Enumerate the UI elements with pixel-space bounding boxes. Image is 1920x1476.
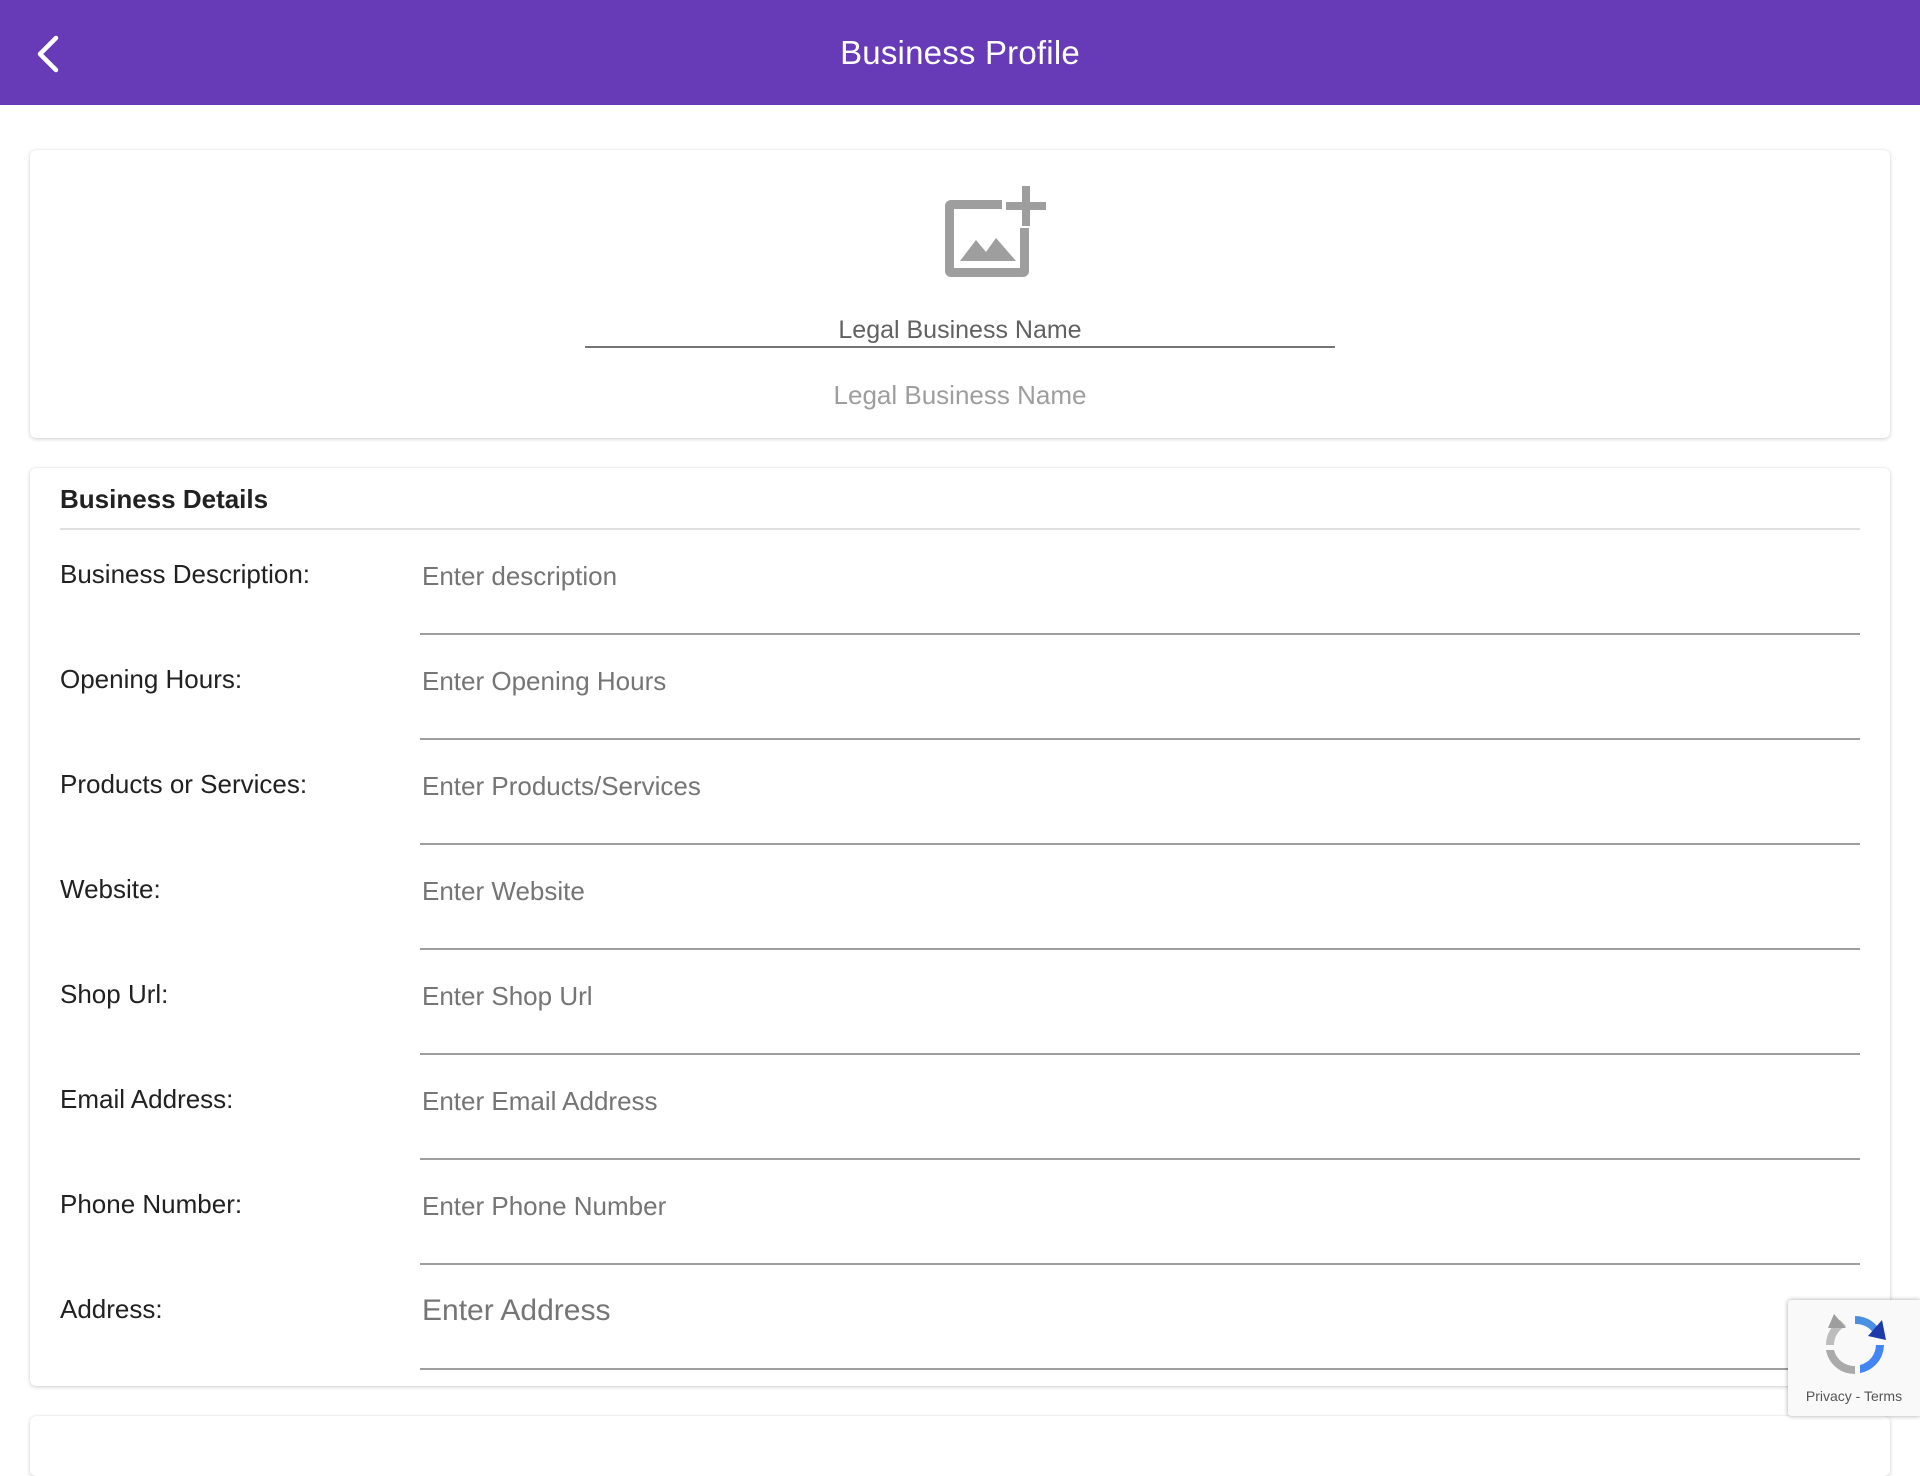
app-bar: Business Profile bbox=[0, 0, 1920, 105]
website-row: Website: bbox=[60, 846, 1860, 951]
business-description-row: Business Description: bbox=[60, 531, 1860, 636]
business-description-label: Business Description: bbox=[60, 559, 310, 589]
add-image-button[interactable] bbox=[930, 166, 1050, 282]
section-title: Business Details bbox=[60, 484, 269, 514]
website-input[interactable] bbox=[420, 846, 1860, 950]
opening-hours-input[interactable] bbox=[420, 636, 1860, 740]
address-row: Address: bbox=[60, 1266, 1860, 1371]
products-services-row: Products or Services: bbox=[60, 741, 1860, 846]
shop-url-input[interactable] bbox=[420, 951, 1860, 1055]
phone-number-label: Phone Number: bbox=[60, 1189, 243, 1219]
email-address-label: Email Address: bbox=[60, 1084, 234, 1114]
business-identity-card: Legal Business Name bbox=[30, 150, 1890, 438]
chevron-left-icon bbox=[37, 35, 59, 73]
terms-link[interactable]: Terms bbox=[1864, 1388, 1902, 1404]
opening-hours-row: Opening Hours: bbox=[60, 636, 1860, 741]
page-title: Business Profile bbox=[840, 33, 1080, 71]
email-address-row: Email Address: bbox=[60, 1056, 1860, 1161]
recaptcha-icon bbox=[1825, 1314, 1886, 1375]
phone-number-input[interactable] bbox=[420, 1161, 1860, 1265]
products-services-input[interactable] bbox=[420, 741, 1860, 845]
legal-business-name-label: Legal Business Name bbox=[838, 316, 1082, 344]
products-services-label: Products or Services: bbox=[60, 769, 308, 799]
address-input[interactable] bbox=[420, 1266, 1860, 1370]
back-button[interactable] bbox=[22, 26, 78, 82]
recaptcha-badge[interactable]: Privacy - Terms bbox=[1788, 1300, 1920, 1416]
address-label: Address: bbox=[60, 1294, 163, 1324]
website-label: Website: bbox=[60, 874, 161, 904]
link-separator: - bbox=[1851, 1388, 1864, 1404]
phone-number-row: Phone Number: bbox=[60, 1161, 1860, 1266]
privacy-link[interactable]: Privacy bbox=[1806, 1388, 1852, 1404]
add-photo-icon bbox=[945, 186, 1046, 277]
shop-url-label: Shop Url: bbox=[60, 979, 169, 1009]
business-details-card: Business Details Business Description: O… bbox=[30, 468, 1890, 1386]
business-description-input[interactable] bbox=[420, 531, 1860, 635]
opening-hours-label: Opening Hours: bbox=[60, 664, 243, 694]
recaptcha-links: Privacy - Terms bbox=[1788, 1388, 1920, 1404]
divider bbox=[60, 528, 1860, 530]
next-card bbox=[30, 1416, 1890, 1476]
email-address-input[interactable] bbox=[420, 1056, 1860, 1160]
shop-url-row: Shop Url: bbox=[60, 951, 1860, 1056]
legal-business-name-input[interactable] bbox=[585, 346, 1335, 430]
